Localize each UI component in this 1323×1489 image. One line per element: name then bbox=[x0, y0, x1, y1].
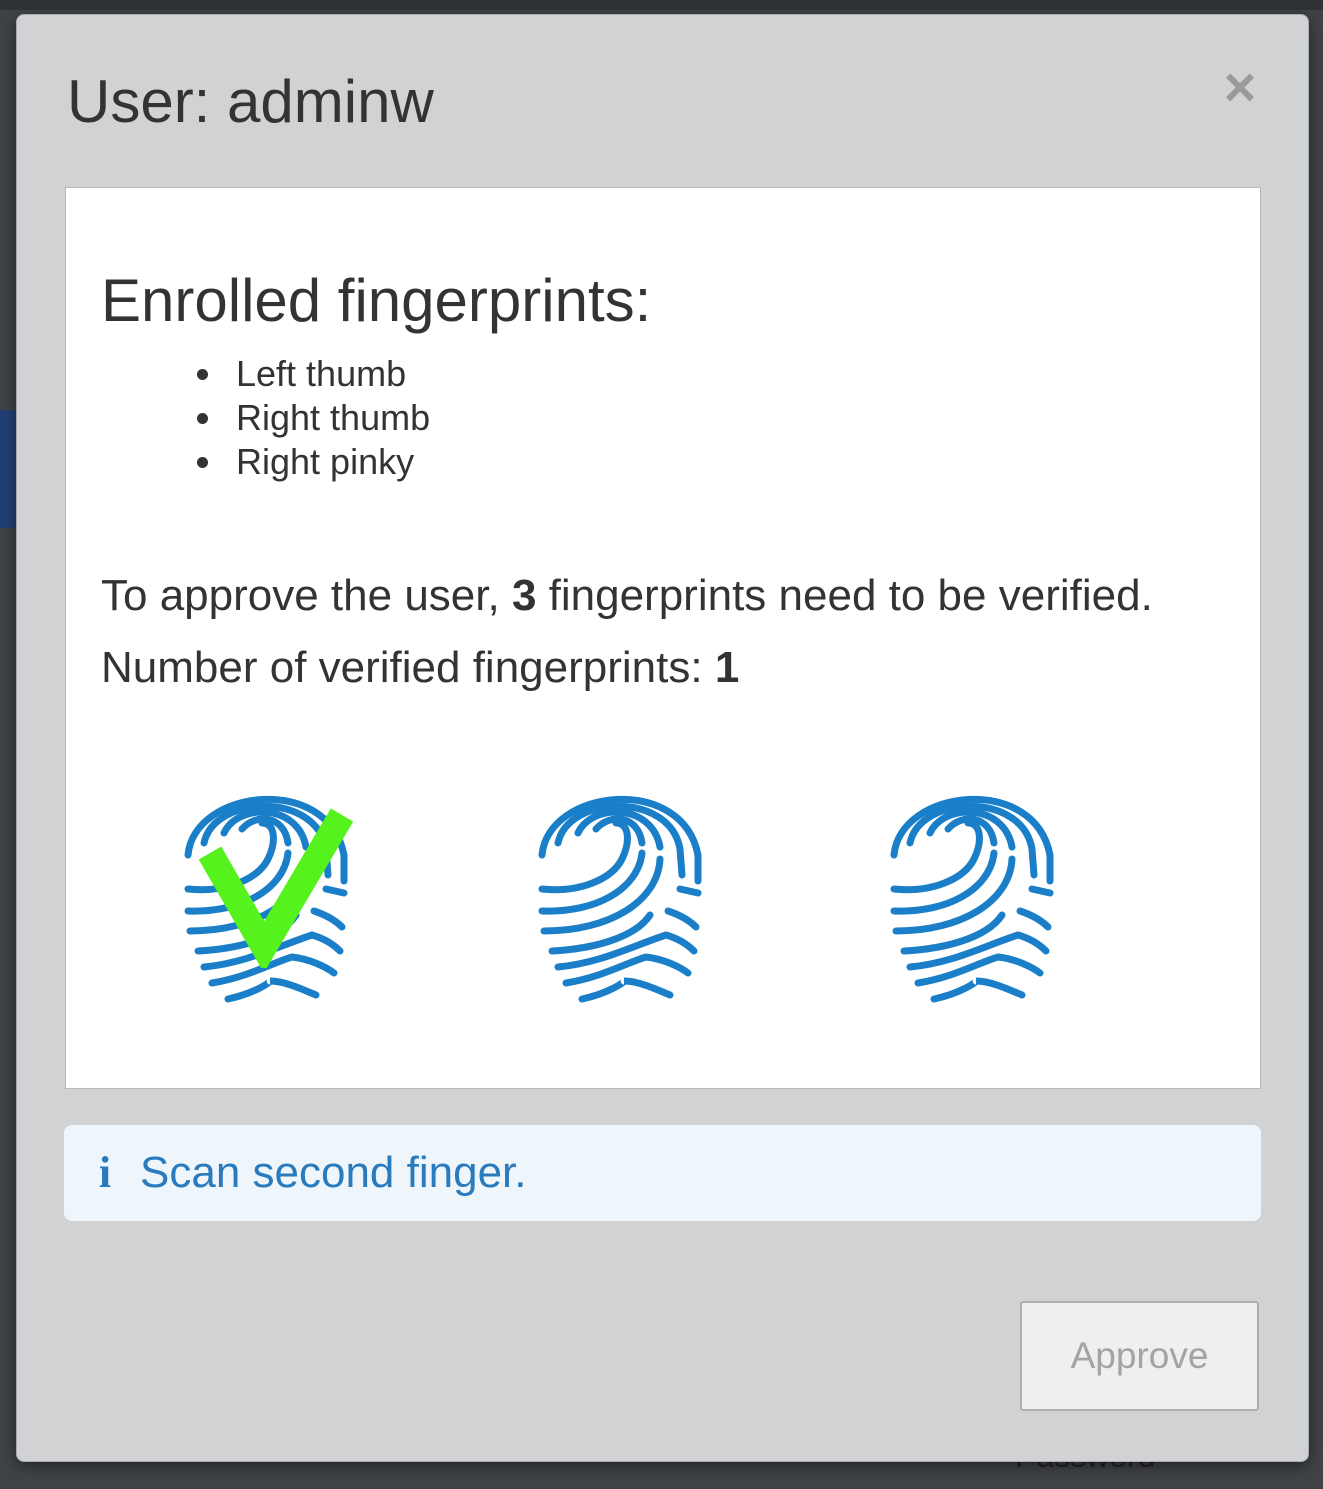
info-icon: i bbox=[98, 1148, 112, 1197]
approve-button[interactable]: Approve bbox=[1020, 1301, 1259, 1411]
verified-count: 1 bbox=[714, 643, 740, 692]
list-item: Right thumb bbox=[226, 396, 430, 440]
approval-requirement-text: To approve the user, 3 fingerprints need… bbox=[101, 571, 1153, 620]
checkmark-icon bbox=[198, 808, 354, 968]
verified-count-text: Number of verified fingerprints: 1 bbox=[101, 643, 740, 692]
fingerprint-icon bbox=[882, 763, 1062, 1013]
scan-instruction-alert: i Scan second finger. bbox=[64, 1125, 1261, 1221]
user-approval-dialog: User: adminw × Enrolled fingerprints: Le… bbox=[16, 14, 1309, 1462]
list-item: Right pinky bbox=[226, 440, 430, 484]
required-count: 3 bbox=[511, 571, 537, 620]
fingerprint-icon bbox=[530, 763, 710, 1013]
fingerprint-panel: Enrolled fingerprints: Left thumb Right … bbox=[65, 187, 1261, 1089]
background-stripe-top bbox=[0, 0, 1323, 10]
enrolled-fingers-list: Left thumb Right thumb Right pinky bbox=[176, 352, 430, 484]
close-button[interactable]: × bbox=[1215, 59, 1265, 115]
alert-message: Scan second finger. bbox=[140, 1148, 527, 1197]
dialog-title: User: adminw bbox=[67, 68, 434, 135]
enrolled-fingerprints-heading: Enrolled fingerprints: bbox=[101, 267, 652, 334]
list-item: Left thumb bbox=[226, 352, 430, 396]
